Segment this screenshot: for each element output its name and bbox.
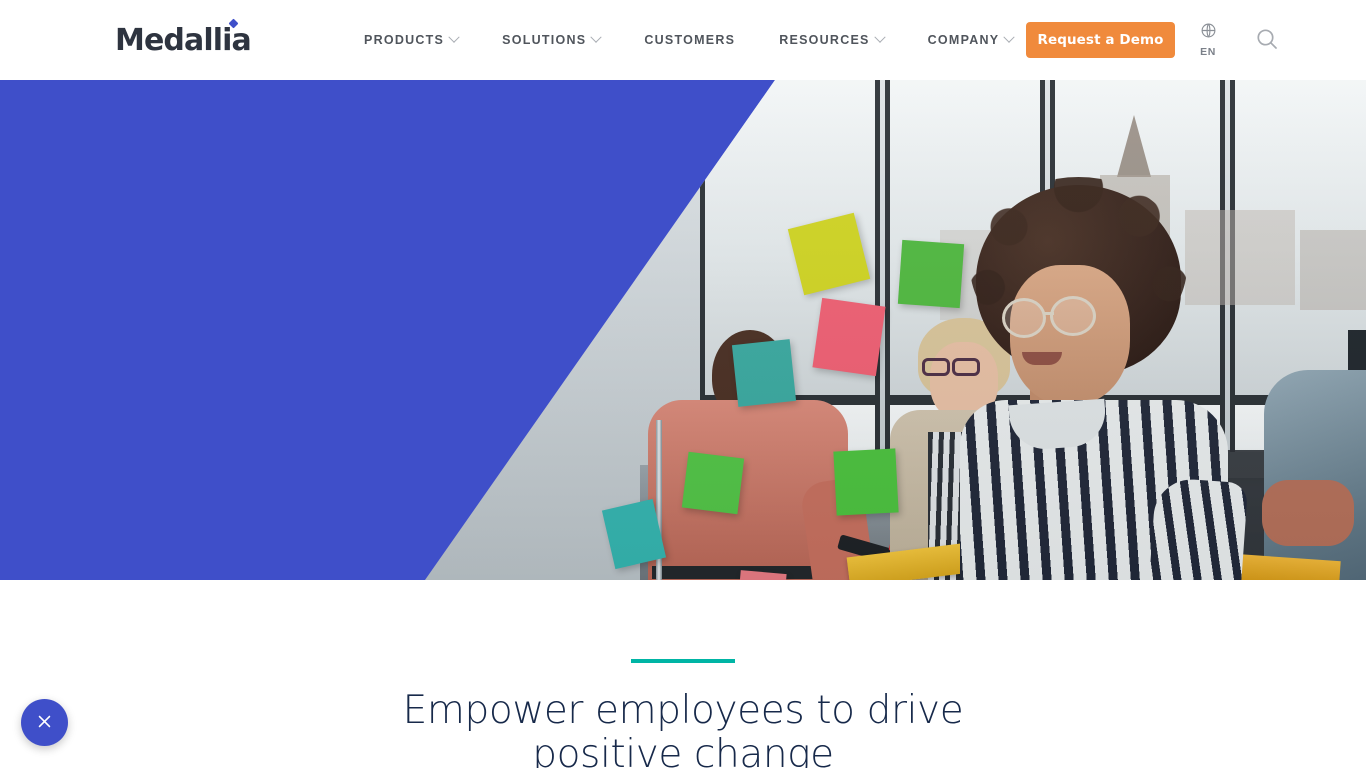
search-button[interactable] <box>1253 26 1281 54</box>
nav-item-label: CUSTOMERS <box>644 33 736 47</box>
person-right-body <box>1264 370 1366 580</box>
language-code: EN <box>1200 46 1216 58</box>
chevron-down-icon <box>1003 31 1016 43</box>
eyeglass-lens <box>952 358 980 376</box>
nav-item-label: COMPANY <box>927 33 1000 47</box>
globe-icon <box>1200 22 1217 44</box>
chevron-down-icon <box>448 31 460 43</box>
outside-building <box>1185 210 1295 305</box>
eyeglass-lens <box>922 358 950 376</box>
chevron-down-icon <box>873 31 886 43</box>
hero-image <box>425 80 1366 580</box>
nav-item-label: PRODUCTS <box>364 33 445 47</box>
hero-banner <box>0 80 1366 580</box>
nav-item-label: SOLUTIONS <box>502 33 587 47</box>
site-header: Medallia PRODUCTS SOLUTIONS CUSTOMERS RE… <box>0 0 1366 80</box>
nav-item-company[interactable]: COMPANY <box>928 0 1036 80</box>
nav-item-resources[interactable]: RESOURCES <box>779 0 905 80</box>
church-spire <box>1117 115 1151 177</box>
language-selector[interactable]: EN <box>1193 22 1223 58</box>
office-scene <box>425 80 1366 580</box>
person-right-arm <box>1262 480 1354 546</box>
close-button[interactable] <box>21 699 68 746</box>
nav-item-solutions[interactable]: SOLUTIONS <box>502 0 622 80</box>
sticky-note <box>833 448 899 516</box>
section-heading: Empower employees to drive positive chan… <box>402 688 964 768</box>
nav-item-customers[interactable]: CUSTOMERS <box>644 0 757 80</box>
sticky-note <box>731 339 797 407</box>
sticky-note <box>897 239 965 309</box>
primary-navigation: PRODUCTS SOLUTIONS CUSTOMERS RESOURCES C… <box>364 0 1035 80</box>
chevron-down-icon <box>590 31 602 43</box>
outside-building <box>1300 230 1366 310</box>
sticky-note <box>812 297 886 377</box>
nav-item-products[interactable]: PRODUCTS <box>364 0 480 80</box>
eyeglass-lens <box>1002 298 1046 338</box>
section-divider <box>631 659 735 663</box>
sticky-note <box>681 451 745 515</box>
request-demo-button[interactable]: Request a Demo <box>1026 22 1175 58</box>
logo-text: Medallia <box>115 23 252 58</box>
logo-link[interactable]: Medallia <box>115 18 252 58</box>
eyeglass-bridge <box>1044 312 1054 315</box>
eyeglass-lens <box>1050 296 1096 336</box>
main-content: Empower employees to drive positive chan… <box>0 659 1366 768</box>
search-icon <box>1255 27 1279 54</box>
nav-item-label: RESOURCES <box>779 33 870 47</box>
close-icon <box>36 713 53 733</box>
